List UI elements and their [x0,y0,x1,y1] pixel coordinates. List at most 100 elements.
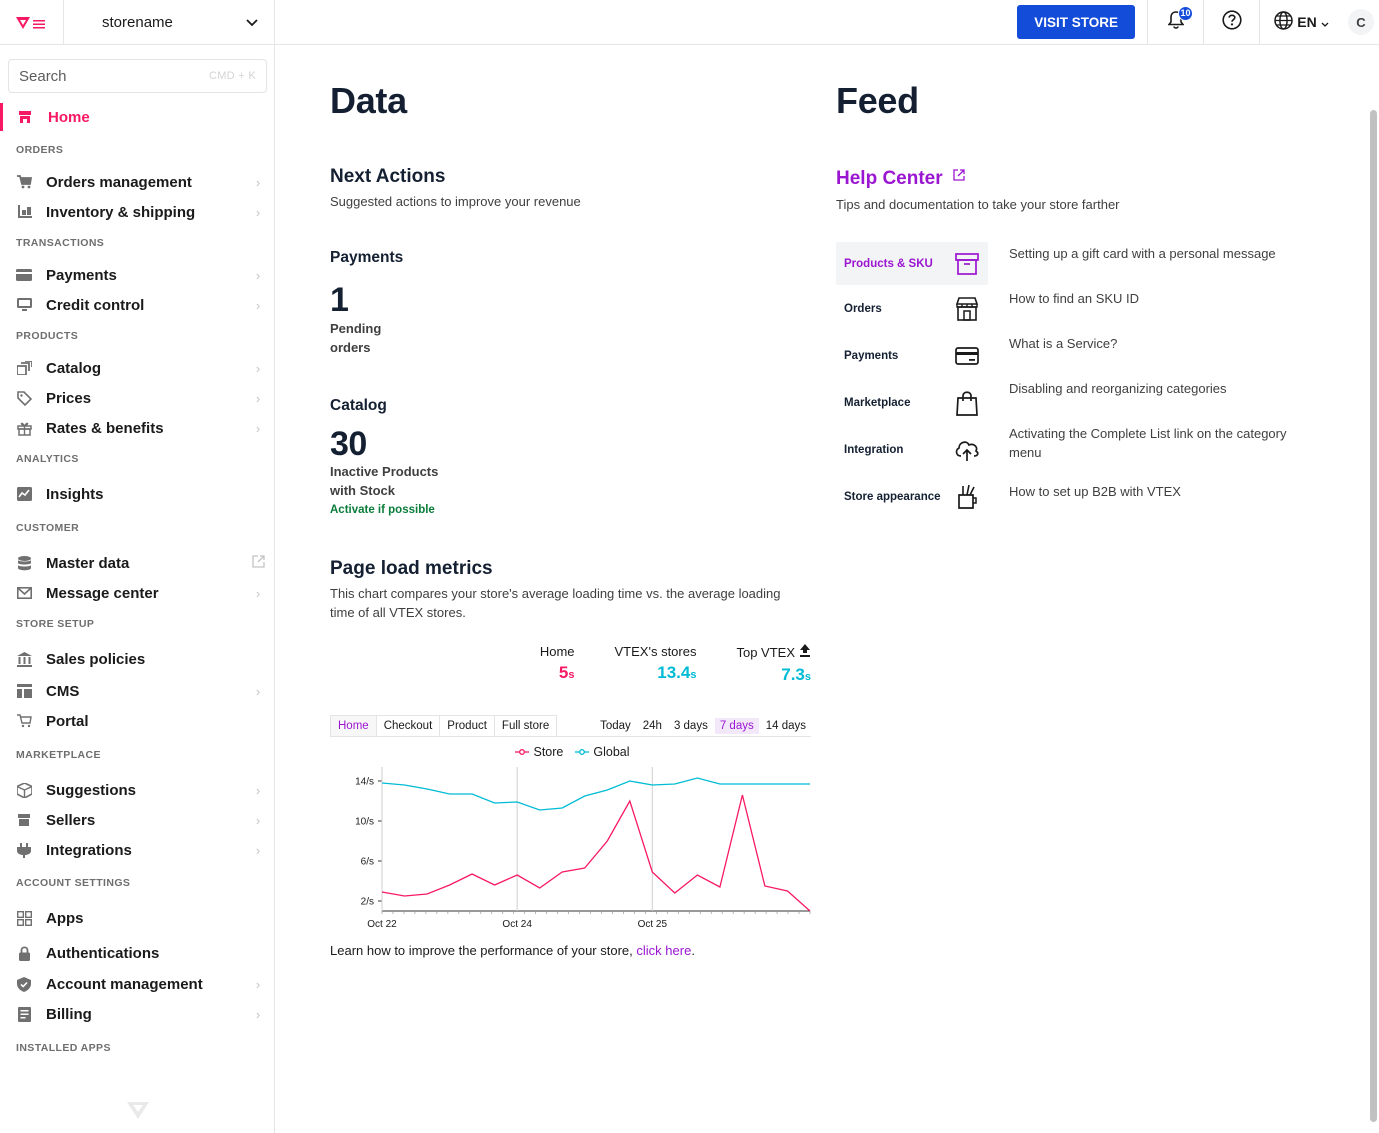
external-link-icon[interactable] [952,168,965,186]
learn-more-text: Learn how to improve the performance of … [330,943,815,958]
metric-top-vtex: Top VTEX 7.3s [736,644,811,685]
catalog-title: Catalog [330,397,387,414]
metric-value: 5s [540,663,575,683]
time-range-selector: Today 24h 3 days 7 days 14 days [595,718,811,736]
sidebar-item-integrations[interactable]: Integrations › [0,835,274,865]
sidebar-item-message-center[interactable]: Message center › [0,578,274,608]
tab-product[interactable]: Product [440,716,495,736]
chevron-right-icon: › [255,267,261,283]
section-transactions: TRANSACTIONS [16,237,105,249]
category-label: Payments [844,349,899,362]
help-center-header: Help Center [836,168,1336,190]
category-marketplace[interactable]: Marketplace [836,379,988,426]
chevron-right-icon: › [255,1006,261,1022]
sidebar-item-suggestions[interactable]: Suggestions › [0,775,274,805]
x-tick-label: Oct 22 [367,919,397,930]
sidebar-item-insights[interactable]: Insights [0,479,274,509]
click-here-link[interactable]: click here [636,943,691,958]
search-input[interactable] [19,67,169,85]
y-tick-label: 6/s [361,857,374,868]
sidebar-item-home[interactable]: Home [0,99,274,135]
feed-title: Feed [836,80,919,121]
range-14-days[interactable]: 14 days [761,718,811,734]
range-today[interactable]: Today [595,718,636,734]
shop-icon [954,296,980,322]
sidebar-item-billing[interactable]: Billing › [0,999,274,1029]
help-center-subtitle: Tips and documentation to take your stor… [836,197,1120,212]
sidebar-item-label: Orders management [46,173,192,191]
notifications-button[interactable]: 10 [1147,0,1203,45]
inactive-products-label-1: Inactive Products [330,464,439,479]
cart-icon [16,174,32,190]
sidebar-item-inventory-shipping[interactable]: Inventory & shipping › [0,197,274,227]
sidebar-item-rates-benefits[interactable]: Rates & benefits › [0,413,274,443]
scrollbar-thumb[interactable] [1370,110,1377,1122]
scrollbar[interactable] [1367,45,1379,1133]
inventory-icon [16,204,32,220]
chevron-right-icon: › [255,976,261,992]
page-load-metrics: Page load metrics This chart compares yo… [330,558,815,958]
range-24h[interactable]: 24h [638,718,667,734]
article-link[interactable]: How to find an SKU ID [1009,289,1336,308]
sidebar-item-master-data[interactable]: Master data [0,548,274,578]
category-label: Orders [844,302,882,315]
legend-global[interactable]: Global [575,745,630,759]
series-line-store [381,794,811,912]
sidebar-item-catalog[interactable]: Catalog › [0,353,274,383]
chevron-right-icon: › [255,390,261,406]
vtex-logo[interactable] [0,0,64,45]
article-link[interactable]: Setting up a gift card with a personal m… [1009,244,1336,263]
sidebar-item-account-management[interactable]: Account management › [0,969,274,999]
category-label: Products & SKU [844,257,933,270]
category-products-sku[interactable]: Products & SKU [836,242,988,285]
section-account-settings: ACCOUNT SETTINGS [16,877,131,889]
metrics-summary: Home 5s VTEX's stores 13.4s Top VTEX 7.3… [330,644,815,685]
credit-card-icon [954,343,980,369]
help-center-title[interactable]: Help Center [836,168,943,190]
y-tick-label: 2/s [361,897,374,908]
chevron-right-icon: › [255,297,261,313]
portal-cart-icon [16,713,32,729]
tab-home[interactable]: Home [331,716,377,736]
sidebar-item-authentications[interactable]: Authentications [0,938,274,968]
article-link[interactable]: Disabling and reorganizing categories [1009,379,1336,398]
pending-orders-label-1: Pending [330,321,382,336]
sidebar-item-orders-management[interactable]: Orders management › [0,167,274,197]
metric-unit: s [804,671,811,683]
language-selector[interactable]: EN [1259,0,1343,45]
article-link[interactable]: Activating the Complete List link on the… [1009,424,1309,462]
sidebar-item-portal[interactable]: Portal [0,706,274,736]
box-icon [16,782,32,798]
search-shortcut-hint: CMD + K [208,70,256,82]
user-menu[interactable]: C [1343,0,1379,45]
activate-link[interactable]: Activate if possible [330,504,435,516]
visit-store-button[interactable]: VISIT STORE [1017,5,1135,39]
sidebar-item-label: Prices [46,389,92,407]
category-store-appearance[interactable]: Store appearance [836,473,988,520]
section-marketplace: MARKETPLACE [16,749,101,761]
layout-icon [16,683,32,699]
brush-cup-icon [954,484,980,510]
legend-store[interactable]: Store [515,745,563,759]
sidebar-item-prices[interactable]: Prices › [0,383,274,413]
article-link[interactable]: What is a Service? [1009,334,1336,353]
category-payments[interactable]: Payments [836,332,988,379]
sidebar-item-sellers[interactable]: Sellers › [0,805,274,835]
sidebar-item-apps[interactable]: Apps [0,903,274,933]
tab-checkout[interactable]: Checkout [377,716,441,736]
sidebar-item-credit-control[interactable]: Credit control › [0,290,274,320]
range-3-days[interactable]: 3 days [669,718,713,734]
category-orders[interactable]: Orders [836,285,988,332]
chevron-right-icon: › [255,812,261,828]
category-integration[interactable]: Integration [836,426,988,473]
sidebar-item-sales-policies[interactable]: Sales policies [0,644,274,674]
range-7-days[interactable]: 7 days [714,718,759,734]
help-button[interactable] [1203,0,1259,45]
sidebar-item-cms[interactable]: CMS › [0,676,274,706]
article-link[interactable]: How to set up B2B with VTEX [1009,482,1336,501]
database-icon [16,555,32,571]
store-selector[interactable]: storename [64,0,274,44]
lock-icon [16,945,32,961]
sidebar-item-payments[interactable]: Payments › [0,260,274,290]
tab-full-store[interactable]: Full store [495,716,556,736]
